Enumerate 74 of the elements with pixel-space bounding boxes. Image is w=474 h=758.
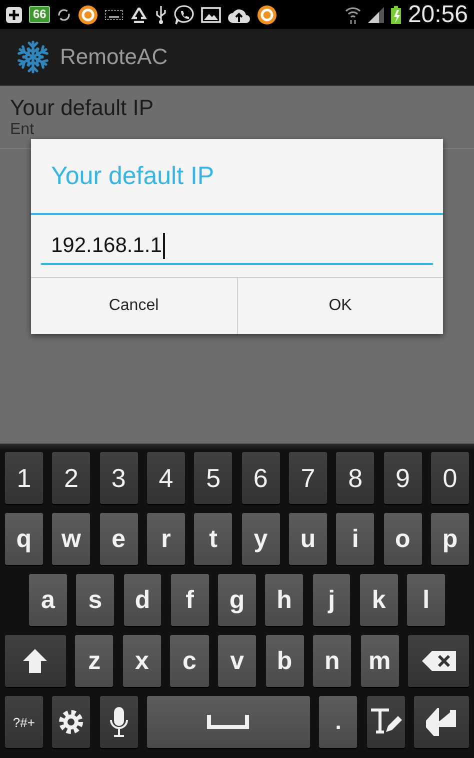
mic-key[interactable] [100,696,138,748]
key[interactable]: 7 [289,452,327,504]
clock-time: 20:56 [408,0,468,28]
microphone-icon [108,707,129,737]
space-bar-icon [207,715,250,729]
key[interactable]: a [29,574,67,626]
dialog-title: Your default IP [31,139,443,215]
sync-icon [57,8,72,22]
wifi-icon [344,6,361,24]
key[interactable]: x [122,635,161,687]
phone-bubble-icon [174,4,194,24]
enter-arrow-icon [426,708,458,736]
key[interactable]: z [75,635,114,687]
cloud-upload-icon [228,6,250,22]
key[interactable]: u [289,513,327,565]
key[interactable]: p [431,513,469,565]
handwriting-key[interactable] [366,696,405,748]
key[interactable]: k [360,574,398,626]
key[interactable]: y [242,513,280,565]
key[interactable]: w [52,513,90,565]
cancel-button[interactable]: Cancel [31,278,236,334]
ring-app-icon [78,4,98,24]
settings-key[interactable] [52,696,90,748]
usb-icon [155,6,168,24]
snowflake-icon [16,40,50,74]
key[interactable]: 3 [100,452,138,504]
backspace-key[interactable] [408,635,470,687]
preference-summary: Ent [10,121,34,139]
key[interactable]: 8 [336,452,374,504]
settings-icon [58,709,84,735]
plus-icon [6,6,22,22]
key[interactable]: 1 [5,452,43,504]
app-title: RemoteAC [60,44,168,70]
key[interactable]: 9 [384,452,422,504]
key[interactable]: c [170,635,208,687]
input-field[interactable]: 192.168.1.1 [41,229,433,265]
image-icon [201,6,222,22]
key[interactable]: o [384,513,422,565]
backspace-icon [422,651,456,671]
key[interactable]: f [170,574,209,626]
shift-key[interactable] [5,635,66,687]
battery-badge: 66 [29,6,50,23]
key[interactable]: h [265,574,304,626]
key[interactable]: q [5,513,43,565]
shift-icon [22,648,48,674]
enter-key[interactable] [414,696,469,748]
text-pencil-icon [370,708,402,736]
key[interactable]: 5 [194,452,232,504]
symbols-key[interactable]: ?#+ [5,696,43,748]
key[interactable]: e [100,513,138,565]
key[interactable]: b [266,635,304,687]
key[interactable]: v [218,635,256,687]
key[interactable]: l [407,574,446,626]
key[interactable]: g [218,574,256,626]
key[interactable]: 2 [52,452,90,504]
key[interactable]: t [194,513,232,565]
key[interactable]: d [124,574,162,626]
preference-title: Your default IP [10,95,155,121]
signal-icon [368,6,384,22]
key[interactable]: n [313,635,352,687]
space-key[interactable] [147,696,310,748]
key[interactable]: 6 [242,452,280,504]
ring-app-icon [257,4,278,24]
key[interactable]: 4 [147,452,185,504]
key[interactable]: 0 [431,452,469,504]
key[interactable]: m [360,635,399,687]
key[interactable]: i [336,513,374,565]
key[interactable]: r [147,513,185,565]
ok-button[interactable]: OK [236,278,443,334]
battery-charging-icon [390,6,401,24]
key[interactable]: j [312,574,350,626]
key[interactable]: s [76,574,114,626]
keyboard-icon [105,10,124,20]
key[interactable]: . [319,696,358,748]
